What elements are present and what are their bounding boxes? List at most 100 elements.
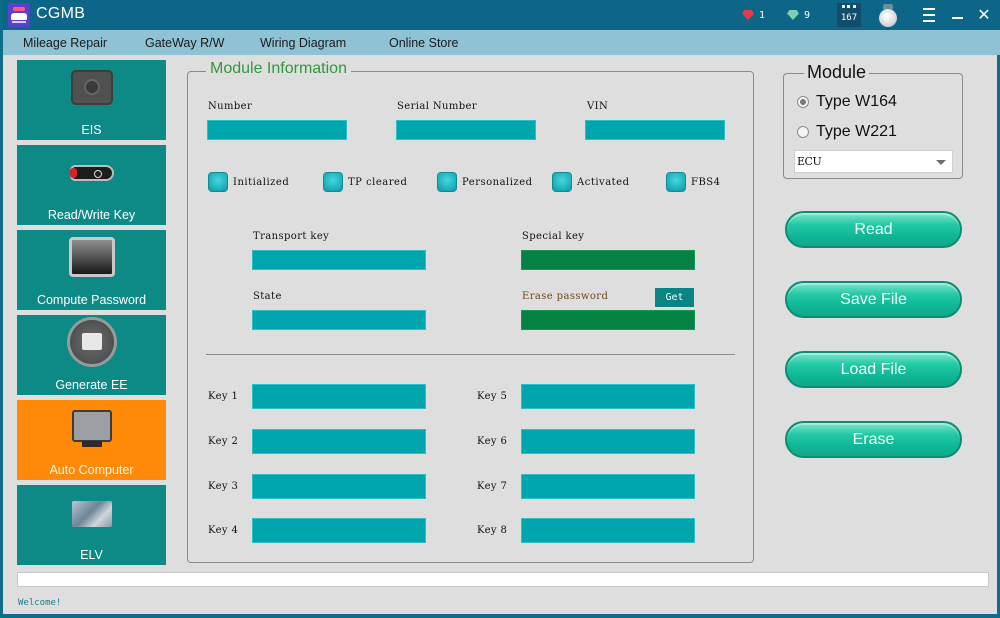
sidebar-item-auto-computer[interactable]: Auto Computer: [17, 400, 166, 480]
state-field[interactable]: [252, 310, 426, 330]
menu-item-gateway-rw[interactable]: GateWay R/W: [145, 30, 224, 55]
radio-dot: [797, 126, 809, 138]
sidebar-item-label: ELV: [80, 548, 103, 562]
red-gem-count: 1: [759, 9, 766, 21]
window-border-left: [0, 55, 3, 618]
minimize-button[interactable]: [946, 0, 968, 30]
status-message: Welcome!: [18, 598, 62, 608]
module-group-title: Module: [804, 62, 870, 83]
sidebar-item-generate-ee[interactable]: Generate EE: [17, 315, 166, 395]
serial-number-label: Serial Number: [397, 101, 478, 112]
key-6-label: Key 6: [477, 436, 508, 447]
menu-item-mileage-repair[interactable]: Mileage Repair: [23, 30, 107, 55]
menu-item-wiring-diagram[interactable]: Wiring Diagram: [260, 30, 346, 55]
tp-cleared-checkbox[interactable]: TP cleared: [324, 173, 407, 191]
counter-value: 167: [840, 13, 858, 23]
key-2-field[interactable]: [252, 429, 426, 454]
erase-password-label: Erase password: [522, 291, 609, 302]
transport-key-field[interactable]: [252, 250, 426, 270]
radio-dot: [797, 96, 809, 108]
checkbox-box: [324, 173, 342, 191]
get-button[interactable]: Get: [655, 288, 694, 307]
progress-bar: [17, 572, 989, 587]
vin-field[interactable]: [585, 120, 725, 140]
special-key-field[interactable]: [521, 250, 695, 270]
personalized-checkbox[interactable]: Personalized: [438, 173, 533, 191]
sidebar-item-elv[interactable]: ELV: [17, 485, 166, 565]
green-gem-counter: 9: [787, 0, 810, 30]
sidebar-item-read-write-key[interactable]: Read/Write Key: [17, 145, 166, 225]
app-logo-icon: [8, 3, 30, 27]
medal-icon[interactable]: [878, 4, 898, 28]
activated-checkbox[interactable]: Activated: [553, 173, 630, 191]
radio-label: Type W164: [816, 93, 897, 110]
save-file-button[interactable]: Save File: [785, 281, 962, 318]
key-3-label: Key 3: [208, 481, 239, 492]
green-gem-icon: [787, 10, 799, 20]
vin-label: VIN: [587, 101, 609, 112]
fbs4-checkbox[interactable]: FBS4: [667, 173, 721, 191]
checkbox-label: FBS4: [691, 176, 721, 188]
menu-item-online-store[interactable]: Online Store: [389, 30, 458, 55]
checkbox-label: Activated: [577, 176, 630, 188]
sidebar-item-label: EIS: [81, 123, 102, 137]
special-key-label: Special key: [522, 231, 585, 242]
sidebar-item-label: Compute Password: [36, 293, 147, 307]
key-7-label: Key 7: [477, 481, 508, 492]
type-w164-radio[interactable]: Type W164: [797, 93, 897, 111]
menu-hamburger-icon[interactable]: [918, 0, 940, 30]
key-5-label: Key 5: [477, 391, 508, 402]
select-value: ECU: [797, 155, 822, 168]
key-5-field[interactable]: [521, 384, 695, 409]
erase-password-field[interactable]: [521, 310, 695, 330]
app-title: CGMB: [36, 5, 86, 22]
counter-icon: [842, 5, 856, 8]
checkbox-box: [438, 173, 456, 191]
printer-icon: [69, 320, 114, 364]
ecu-icon: [71, 410, 112, 447]
erase-button[interactable]: Erase: [785, 421, 962, 458]
key-6-field[interactable]: [521, 429, 695, 454]
sidebar-item-label: Read/Write Key: [47, 208, 136, 222]
module-type-select[interactable]: ECU: [794, 150, 953, 173]
screen-icon: [68, 237, 115, 277]
checkbox-label: TP cleared: [348, 176, 408, 188]
key-1-label: Key 1: [208, 391, 239, 402]
read-button[interactable]: Read: [785, 211, 962, 248]
checkbox-label: Personalized: [462, 176, 533, 188]
key-8-label: Key 8: [477, 525, 508, 536]
sidebar-item-compute-password[interactable]: Compute Password: [17, 230, 166, 310]
checkbox-box: [553, 173, 571, 191]
initialized-checkbox[interactable]: Initialized: [209, 173, 289, 191]
module-information-group: Module Information Number Serial Number …: [187, 60, 754, 563]
module-group: Module Type W164 Type W221 ECU: [783, 62, 963, 179]
serial-number-field[interactable]: [396, 120, 536, 140]
type-w221-radio[interactable]: Type W221: [797, 123, 897, 141]
eis-icon: [70, 70, 113, 105]
sidebar: EIS Read/Write Key Compute Password Gene…: [17, 60, 167, 570]
close-button[interactable]: ✕: [973, 0, 995, 30]
sidebar-item-label: Generate EE: [55, 378, 128, 392]
points-counter: 167: [837, 3, 861, 27]
key-3-field[interactable]: [252, 474, 426, 499]
key-8-field[interactable]: [521, 518, 695, 543]
key-4-field[interactable]: [252, 518, 426, 543]
number-field[interactable]: [207, 120, 347, 140]
group-title: Module Information: [206, 60, 351, 78]
divider: [206, 354, 735, 355]
number-label: Number: [208, 101, 253, 112]
key-1-field[interactable]: [252, 384, 426, 409]
car-key-icon: [69, 165, 114, 181]
load-file-button[interactable]: Load File: [785, 351, 962, 388]
radio-label: Type W221: [816, 123, 897, 140]
key-2-label: Key 2: [208, 436, 239, 447]
menu-bar: Mileage Repair GateWay R/W Wiring Diagra…: [3, 30, 1000, 55]
sidebar-item-eis[interactable]: EIS: [17, 60, 166, 140]
checkbox-box: [209, 173, 227, 191]
red-gem-icon: [742, 10, 754, 20]
red-gem-counter: 1: [742, 0, 765, 30]
checkbox-label: Initialized: [233, 176, 290, 188]
window-border-bottom: [0, 614, 1000, 618]
key-7-field[interactable]: [521, 474, 695, 499]
transport-key-label: Transport key: [253, 231, 330, 242]
